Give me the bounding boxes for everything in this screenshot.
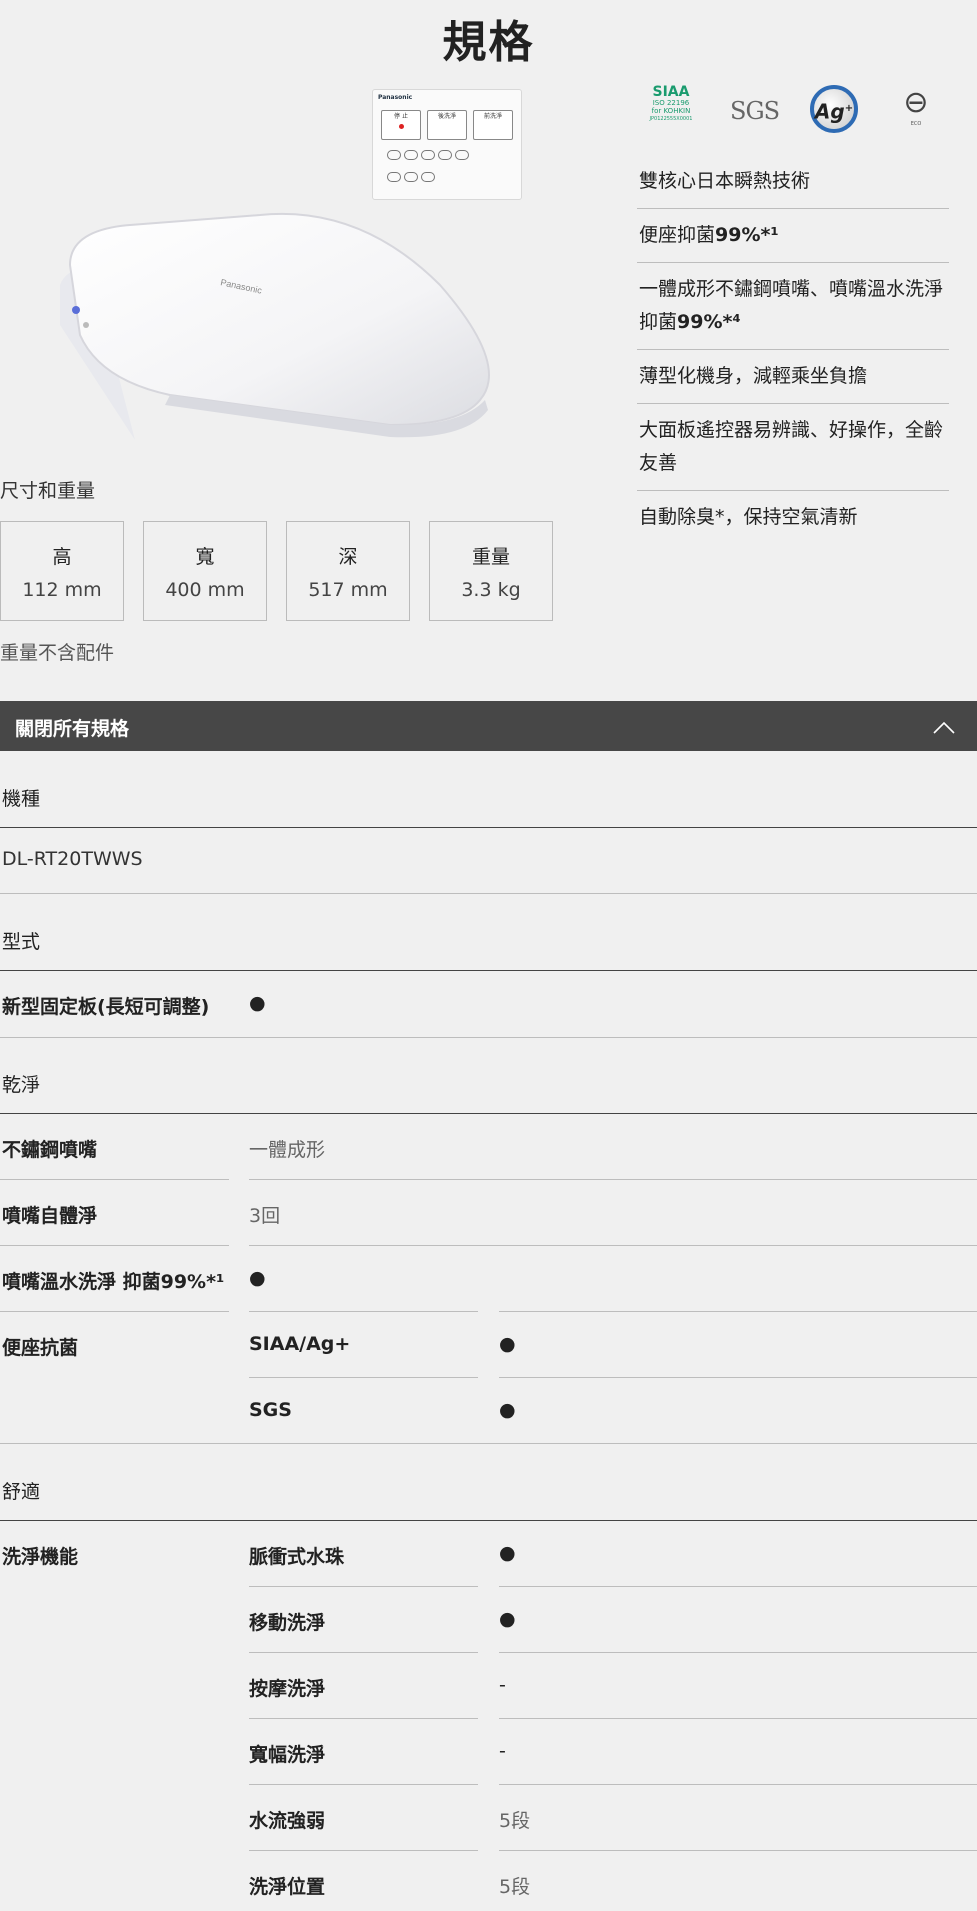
row-divider (249, 1652, 478, 1653)
row-divider (499, 1311, 977, 1312)
section-title: 舒適 (2, 1481, 41, 1503)
spec-label: 噴嘴自體淨 (2, 1205, 98, 1227)
dimension-label: 寬 (195, 546, 215, 568)
dimension-depth: 深 517 mm (286, 521, 410, 621)
row-divider (0, 1245, 229, 1246)
row-divider (249, 1586, 478, 1587)
row-divider (249, 1718, 478, 1719)
product-image: Panasonic 停 止 後洗淨 前洗淨 Panasonic (0, 85, 560, 460)
remote-front-wash-button: 前洗淨 (473, 110, 513, 140)
row-divider (0, 1179, 229, 1180)
model-value: DL-RT20TWWS (2, 848, 143, 870)
remote-rear-wash-button: 後洗淨 (427, 110, 467, 140)
spec-sublabel: 脈衝式水珠 (249, 1546, 345, 1568)
spec-value: ● (499, 1333, 516, 1355)
spec-value: 3回 (249, 1205, 281, 1227)
spec-value: - (499, 1740, 506, 1762)
remote-rear-label: 後洗淨 (437, 113, 456, 120)
spec-section-type: 型式 (0, 905, 977, 971)
dimension-value: 3.3 kg (461, 579, 521, 601)
feature-item: 自動除臭*，保持空氣清新 (639, 506, 858, 528)
row-divider (499, 1784, 977, 1785)
row-divider (499, 1652, 977, 1653)
row-divider (0, 1037, 977, 1038)
row-divider (0, 893, 977, 894)
remote-stop-label: 停 止 (394, 113, 408, 120)
spec-label: 洗淨機能 (2, 1546, 79, 1568)
dimension-height: 高 112 mm (0, 521, 124, 621)
spec-sublabel: SGS (249, 1399, 292, 1421)
section-title: 機種 (2, 788, 41, 810)
spec-sublabel: 按摩洗淨 (249, 1678, 326, 1700)
spec-label: 不鏽鋼噴嘴 (2, 1139, 98, 1161)
sgs-logo: SGS (730, 97, 780, 125)
collapse-all-specs-button[interactable]: 關閉所有規格 (0, 701, 977, 751)
certification-logos: SIAA ISO 22196 for KOHKIN JP0122555X0001… (640, 85, 950, 145)
dimension-value: 112 mm (22, 579, 102, 601)
row-divider (499, 1850, 977, 1851)
ag-logo: Ag+ (810, 85, 858, 133)
row-divider (249, 1850, 478, 1851)
dimension-width: 寬 400 mm (143, 521, 267, 621)
spec-value: - (499, 1674, 506, 1696)
spec-label: 新型固定板(長短可調整) (2, 996, 210, 1018)
dimension-label: 重量 (471, 546, 510, 568)
row-divider (249, 1245, 977, 1246)
spec-sublabel: 洗淨位置 (249, 1876, 326, 1898)
row-divider (249, 1311, 478, 1312)
row-divider (249, 1179, 977, 1180)
siaa-logo: SIAA ISO 22196 for KOHKIN JP0122555X0001 (649, 84, 693, 122)
spec-section-comfort: 舒適 (0, 1455, 977, 1521)
spec-value: 一體成形 (249, 1139, 326, 1161)
chevron-up-icon (933, 721, 955, 734)
spec-value: ● (249, 992, 266, 1014)
spec-sublabel: 水流強弱 (249, 1810, 326, 1832)
dimension-label: 深 (338, 546, 358, 568)
dimension-value: 400 mm (165, 579, 245, 601)
remote-control-image: Panasonic 停 止 後洗淨 前洗淨 (372, 89, 522, 200)
dimension-weight: 重量 3.3 kg (429, 521, 553, 621)
spec-value: ● (249, 1267, 266, 1289)
row-divider (499, 1586, 977, 1587)
row-divider (499, 1718, 977, 1719)
row-divider (249, 1784, 478, 1785)
red-dot-icon (398, 124, 404, 129)
spec-value: 5段 (499, 1876, 531, 1898)
dimension-value: 517 mm (308, 579, 388, 601)
feature-item: 便座抑菌99%*¹ (637, 209, 949, 263)
remote-front-label: 前洗淨 (483, 113, 502, 120)
remote-brand: Panasonic (378, 94, 413, 101)
row-divider (499, 1377, 977, 1378)
toilet-seat-image: Panasonic (60, 212, 490, 440)
spec-sublabel: SIAA/Ag+ (249, 1333, 351, 1355)
row-divider (249, 1377, 478, 1378)
section-title: 乾淨 (2, 1074, 41, 1096)
feature-list: 雙核心日本瞬熱技術 便座抑菌99%*¹ 一體成形不鏽鋼噴嘴、噴嘴溫水洗淨 抑菌9… (637, 155, 949, 544)
spec-value: ● (499, 1399, 516, 1421)
page-title: 規格 (442, 17, 535, 68)
remote-stop-button: 停 止 (381, 110, 421, 140)
spec-value: ● (499, 1542, 516, 1564)
collapse-label: 關閉所有規格 (15, 718, 130, 740)
feature-item: 一體成形不鏽鋼噴嘴、噴嘴溫水洗淨 抑菌99%*⁴ (637, 263, 949, 350)
spec-section-model: 機種 (0, 762, 977, 828)
spec-section-clean: 乾淨 (0, 1048, 977, 1114)
spec-value: ● (499, 1608, 516, 1630)
feature-item: 大面板遙控器易辨識、好操作，全齡友善 (637, 404, 949, 491)
spec-value: 5段 (499, 1810, 531, 1832)
spec-sublabel: 移動洗淨 (249, 1612, 326, 1634)
spec-sublabel: 寬幅洗淨 (249, 1744, 326, 1766)
row-divider (0, 1311, 229, 1312)
spec-label: 便座抗菌 (2, 1337, 79, 1359)
weight-note: 重量不含配件 (0, 642, 115, 664)
feature-item: 雙核心日本瞬熱技術 (637, 155, 949, 209)
feature-item: 薄型化機身，減輕乘坐負擔 (637, 350, 949, 404)
dimension-label: 高 (52, 546, 72, 568)
section-title: 型式 (2, 931, 41, 953)
dimensions-title: 尺寸和重量 (0, 480, 96, 502)
spec-label: 噴嘴溫水洗淨 抑菌99%*¹ (2, 1271, 225, 1293)
row-divider (0, 1443, 977, 1444)
eco-mark-logo: ⊖ ECO (903, 85, 929, 127)
